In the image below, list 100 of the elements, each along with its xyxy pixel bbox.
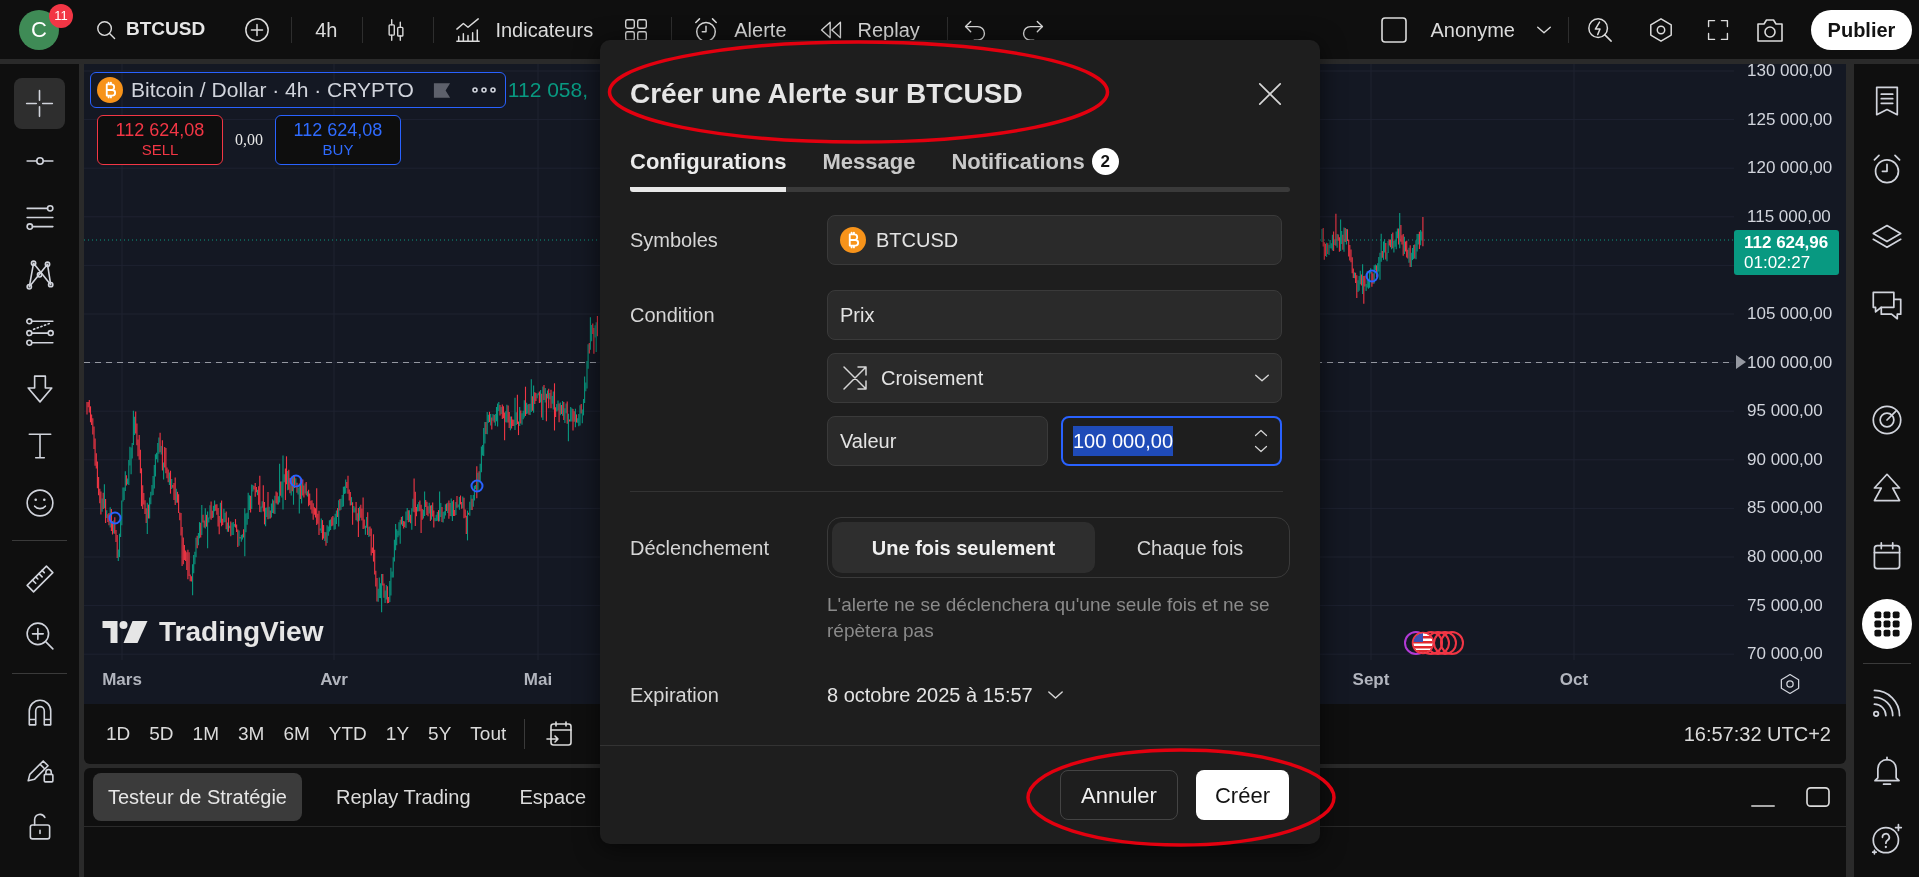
layout-menu-button[interactable]: Anonyme xyxy=(1430,9,1552,50)
alert-button[interactable]: Alerte xyxy=(685,9,795,50)
range-button[interactable]: 5Y xyxy=(419,714,461,754)
chevron-down-icon[interactable] xyxy=(1254,445,1268,453)
event-flags-icon[interactable] xyxy=(1403,630,1465,656)
value-type-field[interactable]: Valeur xyxy=(827,416,1048,466)
segment-option[interactable]: Une fois seulement xyxy=(832,522,1095,573)
trigger-hint: L'alerte ne se déclenchera qu'une seule fois et ne se répètera pas xyxy=(827,593,1271,643)
segment-option[interactable]: Chaque fois xyxy=(1095,522,1285,573)
range-button[interactable]: 6M xyxy=(274,714,319,754)
plus-circle-icon[interactable] xyxy=(244,16,271,43)
settings-icon[interactable] xyxy=(1779,673,1801,695)
value-input[interactable]: 100 000,00 xyxy=(1061,416,1282,466)
time-label: Mars xyxy=(102,670,142,690)
chevron-up-icon[interactable] xyxy=(1254,429,1268,437)
price-label: 90 000,00 xyxy=(1747,449,1823,470)
panel-tab[interactable]: Replay Trading xyxy=(321,773,486,821)
indicators-button[interactable]: Indicateurs xyxy=(447,9,602,50)
bitcoin-icon xyxy=(840,227,866,253)
price-label: 120 000,00 xyxy=(1747,158,1833,179)
expiration-dropdown[interactable]: 8 octobre 2025 à 15:57 xyxy=(827,680,1064,710)
signal-icon[interactable] xyxy=(1870,687,1903,719)
replay-button[interactable]: Replay xyxy=(810,9,928,50)
ring-marker-icon xyxy=(108,511,122,525)
time-label: Mai xyxy=(523,670,553,690)
ring-marker-icon xyxy=(1365,269,1379,283)
dots-grid-icon[interactable] xyxy=(1861,599,1912,649)
count-badge: 2 xyxy=(1091,148,1119,175)
last-price-label: 112 624,96 xyxy=(1744,232,1829,253)
close-icon[interactable] xyxy=(1257,81,1283,107)
logo-text: TradingView xyxy=(159,616,324,648)
ruler-icon[interactable] xyxy=(24,563,55,594)
range-button[interactable]: 1M xyxy=(183,714,228,754)
zoom-in-icon[interactable] xyxy=(24,620,55,651)
notification-badge: 11 xyxy=(49,3,73,28)
price-label: 70 000,00 xyxy=(1747,644,1823,665)
chart-bars-icon xyxy=(455,16,482,43)
range-button[interactable]: YTD xyxy=(319,714,376,754)
condition-dropdown[interactable]: Croisement xyxy=(827,353,1282,403)
price-label: 95 000,00 xyxy=(1747,401,1823,422)
help-icon[interactable] xyxy=(1870,823,1903,855)
range-button[interactable]: 3M xyxy=(229,714,274,754)
field-label: Expiration xyxy=(630,684,719,706)
ring-marker-icon xyxy=(289,474,303,488)
dotted-lines-icon[interactable] xyxy=(24,316,55,347)
buy-button[interactable]: 112 624,08 BUY xyxy=(275,115,401,165)
ohlc-value: 112 058, xyxy=(507,77,588,104)
dialog-tab[interactable]: Notifications 2 xyxy=(951,148,1119,192)
symbol-legend[interactable]: Bitcoin / Dollar · 4h · CRYPTO xyxy=(90,72,506,108)
smiley-icon[interactable] xyxy=(24,487,55,518)
symbol-search-button[interactable]: BTCUSD xyxy=(88,9,214,50)
target-icon[interactable] xyxy=(1870,404,1903,436)
square-icon[interactable] xyxy=(1379,15,1408,44)
range-button[interactable]: Tout xyxy=(461,714,516,754)
sell-button[interactable]: 112 624,08 SELL xyxy=(97,115,223,165)
triangle-marker-icon xyxy=(1736,355,1746,369)
calendar-arrow-icon[interactable] xyxy=(545,720,574,748)
price-label: 75 000,00 xyxy=(1747,595,1823,616)
squares-grid-icon[interactable] xyxy=(624,17,649,42)
crosshair-icon[interactable] xyxy=(14,78,65,129)
panel-tab[interactable]: Espace xyxy=(504,773,602,821)
field-label: Déclenchement xyxy=(630,536,769,559)
node-pattern-icon[interactable] xyxy=(24,259,55,290)
chevron-down-icon xyxy=(1536,24,1552,35)
chat-icon[interactable] xyxy=(1870,289,1903,321)
maximize-icon[interactable] xyxy=(1805,786,1831,808)
price-label: 80 000,00 xyxy=(1747,547,1823,567)
panel-tab[interactable]: Testeur de Stratégie xyxy=(93,773,302,821)
interval-button[interactable]: 4h xyxy=(305,9,348,50)
minimize-icon[interactable] xyxy=(1750,804,1776,808)
more-icon[interactable] xyxy=(471,87,496,93)
price-label: 100 000,00 xyxy=(1747,352,1833,373)
dialog-title: Créer une Alerte sur BTCUSD xyxy=(630,77,1023,111)
dialog-tab[interactable]: Configurations xyxy=(630,148,787,192)
range-button[interactable]: 1Y xyxy=(376,714,419,754)
range-button[interactable]: 1D xyxy=(97,714,140,754)
cancel-button[interactable]: Annuler xyxy=(1060,770,1178,820)
lightning-magnifier-icon[interactable] xyxy=(1587,16,1613,43)
search-icon xyxy=(96,19,116,40)
publish-button[interactable]: Publier xyxy=(1811,9,1912,50)
settings-icon[interactable] xyxy=(1648,16,1674,43)
price-label: 115 000,00 xyxy=(1747,206,1831,227)
countdown-label: 01:02:27 xyxy=(1744,252,1811,273)
symbol-title: Bitcoin / Dollar · 4h · CRYPTO xyxy=(131,77,414,104)
parallel-lines-icon[interactable] xyxy=(24,202,55,233)
price-label: 105 000,00 xyxy=(1747,304,1833,324)
chevron-down-icon xyxy=(1254,373,1270,383)
source-field[interactable]: Prix xyxy=(827,290,1282,340)
dialog-tab[interactable]: Message xyxy=(822,148,916,192)
alarm-clock-icon xyxy=(693,16,720,43)
time-label: Avr xyxy=(320,670,348,690)
flag-icon[interactable] xyxy=(432,81,451,99)
create-button[interactable]: Créer xyxy=(1196,770,1289,820)
range-button[interactable]: 5D xyxy=(140,714,183,754)
symbol-field[interactable]: BTCUSD xyxy=(827,215,1282,265)
field-label: Condition xyxy=(630,303,715,328)
fullscreen-icon[interactable] xyxy=(1706,17,1730,42)
chevron-down-icon xyxy=(1046,690,1064,700)
clock-label: 16:57:32 UTC+2 xyxy=(1683,722,1831,747)
field-label: Symboles xyxy=(630,229,718,251)
